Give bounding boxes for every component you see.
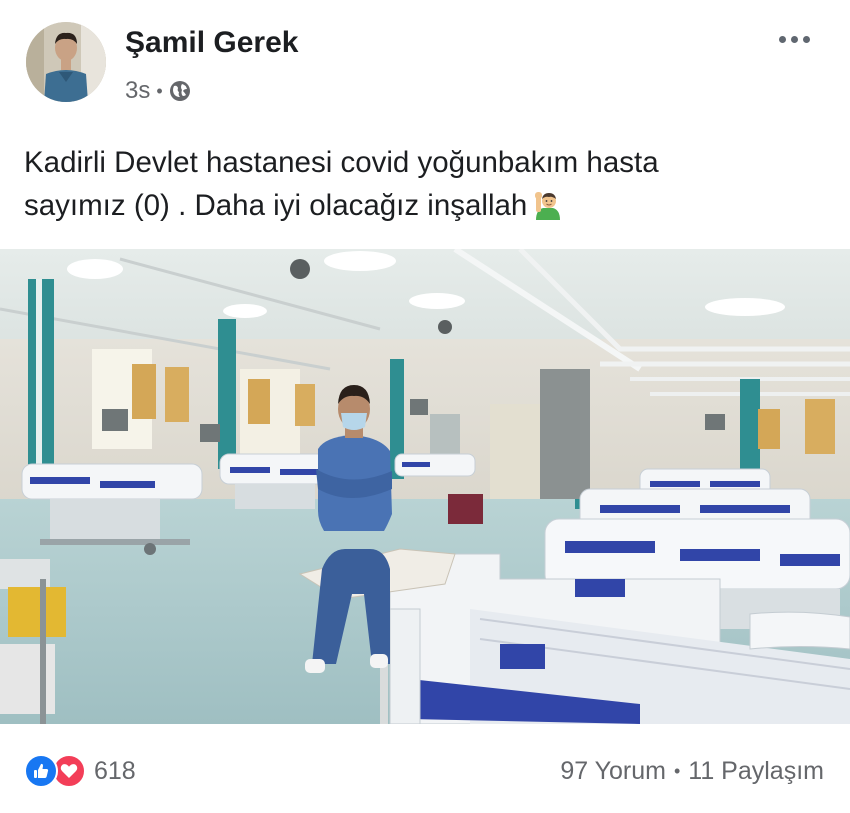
icu-ward-photo xyxy=(0,249,850,724)
meta-separator: • xyxy=(156,80,163,101)
post-text: Kadirli Devlet hastanesi covid yoğunbakı… xyxy=(24,141,824,227)
reactions-summary[interactable]: 618 xyxy=(24,754,136,788)
bed xyxy=(219,453,331,509)
more-options-button[interactable] xyxy=(772,24,816,54)
post-text-line-2: sayımız (0) . Daha iyi olacağız inşallah xyxy=(24,184,824,227)
avatar-image xyxy=(26,22,106,102)
author-avatar[interactable] xyxy=(26,22,106,102)
post-text-line-2-content: sayımız (0) . Daha iyi olacağız inşallah xyxy=(24,189,528,222)
reaction-count: 618 xyxy=(94,756,136,785)
post-header: Şamil Gerek 3s • xyxy=(0,0,850,118)
more-options-dot xyxy=(790,35,798,43)
like-reaction-icon xyxy=(24,754,58,788)
post-meta: 3s • xyxy=(125,75,191,107)
post-photo[interactable] xyxy=(0,249,850,724)
globe-icon[interactable] xyxy=(169,80,191,102)
post-footer: 618 97 Yorum • 11 Paylaşım xyxy=(0,740,850,802)
author-name[interactable]: Şamil Gerek xyxy=(125,26,298,60)
raising-hand-man-emoji xyxy=(535,192,561,220)
facebook-post: Şamil Gerek 3s • Kadirli Devlet hastanes… xyxy=(0,0,850,813)
post-timestamp[interactable]: 3s xyxy=(125,77,150,105)
more-options-dot xyxy=(802,35,810,43)
more-options-dot xyxy=(778,35,786,43)
comments-count-link[interactable]: 97 Yorum xyxy=(560,757,666,786)
bed xyxy=(394,453,476,477)
engagement-stats: 97 Yorum • 11 Paylaşım xyxy=(560,754,824,788)
shares-count-link[interactable]: 11 Paylaşım xyxy=(688,757,824,786)
stats-separator: • xyxy=(673,760,681,781)
post-text-line-1: Kadirli Devlet hastanesi covid yoğunbakı… xyxy=(24,146,659,179)
